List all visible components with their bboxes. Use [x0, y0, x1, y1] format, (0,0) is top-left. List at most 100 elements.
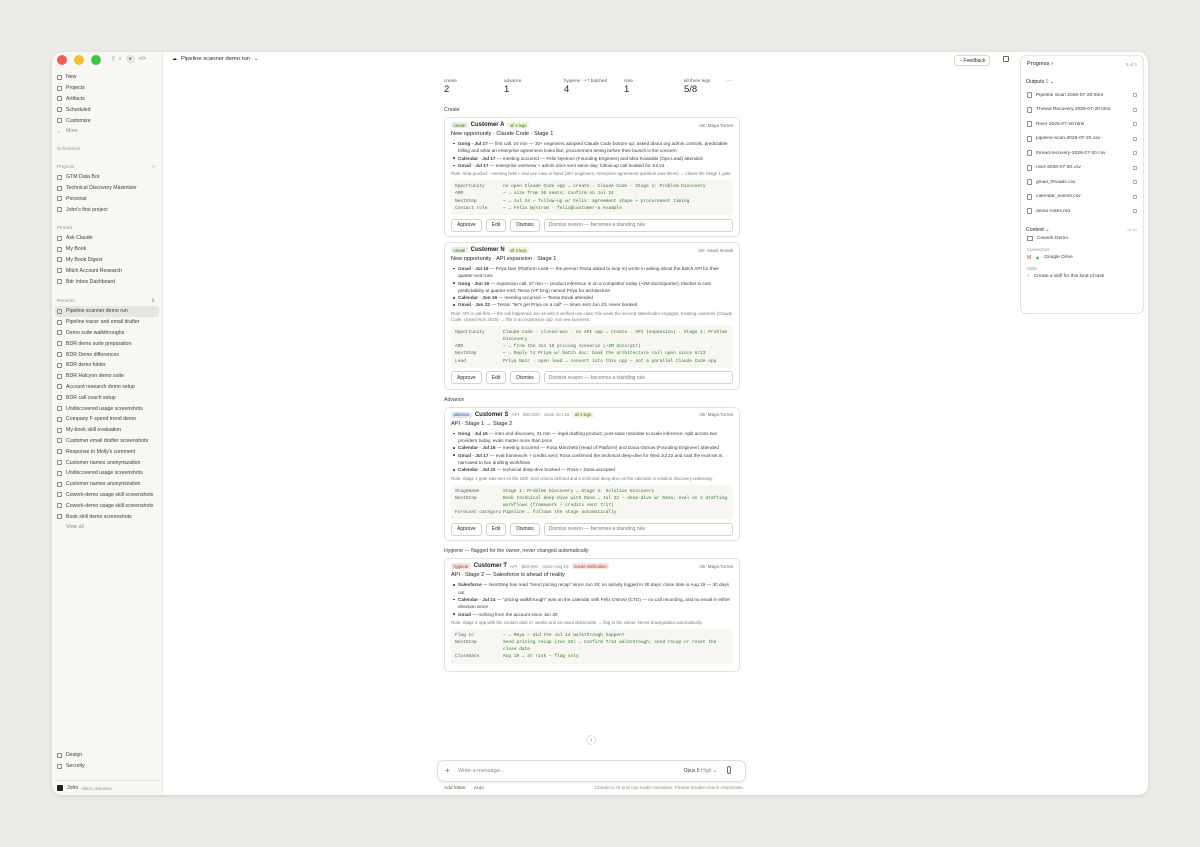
- recent-chat[interactable]: BDR demo folder: [55, 360, 159, 371]
- nav-artifacts[interactable]: Artifacts: [55, 94, 159, 105]
- user-menu[interactable]: John · Black clearance: [55, 780, 159, 794]
- recent-chat[interactable]: Cowork-demo usage skill screenshots: [55, 500, 159, 511]
- recent-chat[interactable]: Company F spend trend demo: [55, 414, 159, 425]
- connector-google-drive[interactable]: M ▲ Google Drive: [1021, 252, 1143, 264]
- project-item[interactable]: GTM Data Bot: [55, 172, 159, 183]
- project-item[interactable]: John's first project: [55, 204, 159, 215]
- chat-icon: [57, 341, 62, 347]
- dismiss-reason-input[interactable]: Dismiss reason — becomes a standing rule: [543, 218, 733, 232]
- panel-toggle-icon[interactable]: [1003, 56, 1009, 62]
- approve-button[interactable]: Approve: [451, 371, 482, 385]
- pinned-item[interactable]: Ask Claude: [55, 233, 159, 244]
- open-file-icon[interactable]: [1133, 151, 1137, 156]
- dismiss-button[interactable]: Dismiss: [510, 371, 540, 385]
- recent-chat[interactable]: BDR call coach setup: [55, 392, 159, 403]
- recent-chat[interactable]: Undiscovered usage screenshots: [55, 403, 159, 414]
- output-file[interactable]: gmail_threads.csv: [1021, 175, 1143, 190]
- recent-chat[interactable]: Undiscovered usage screenshots: [55, 468, 159, 479]
- project-item[interactable]: Technical Discovery Maximizer: [55, 183, 159, 194]
- action-tag: advance: [451, 411, 472, 418]
- scroll-down-button[interactable]: ↓: [586, 735, 596, 745]
- pinned-item[interactable]: Mitch Account Research: [55, 265, 159, 276]
- approve-button[interactable]: Approve: [451, 218, 482, 232]
- evidence-item: Gmail · Jul 17 — eval framework + credit…: [451, 452, 733, 467]
- open-file-icon[interactable]: [1133, 122, 1137, 127]
- recent-chat[interactable]: Customer names anonymization: [55, 457, 159, 468]
- dismiss-reason-input[interactable]: Dismiss reason — becomes a standing rule: [543, 522, 733, 536]
- dismiss-button[interactable]: Dismiss: [510, 522, 540, 536]
- open-file-icon[interactable]: [1133, 194, 1137, 199]
- nav-design[interactable]: Design: [55, 750, 159, 761]
- recent-chat[interactable]: BDR Demo differences: [55, 349, 159, 360]
- context-folder[interactable]: Cowork Demo: [1021, 233, 1143, 245]
- dismiss-button[interactable]: Dismiss: [510, 218, 540, 232]
- recent-chat[interactable]: Book skill demo screenshots: [55, 511, 159, 522]
- nav-new[interactable]: New: [55, 72, 159, 83]
- edit-button[interactable]: Edit: [485, 218, 507, 232]
- search-icon[interactable]: ⌕: [119, 56, 122, 62]
- recent-chat[interactable]: Response to Molly's comment: [55, 446, 159, 457]
- create-skill-button[interactable]: + Create a skill for this kind of task: [1021, 271, 1143, 283]
- sidebar-toggle-icon[interactable]: ▯: [112, 56, 115, 62]
- recent-chat[interactable]: Cowork-demo usage skill screenshots: [55, 490, 159, 501]
- output-file[interactable]: thread-recovery-2026-07-20.csv: [1021, 146, 1143, 161]
- open-file-icon[interactable]: [1133, 180, 1137, 185]
- recent-chat[interactable]: Customer email drafter screenshots: [55, 436, 159, 447]
- nav-security[interactable]: Security: [55, 761, 159, 772]
- minimize-window-button[interactable]: [74, 55, 84, 65]
- nav-customize[interactable]: Customize: [55, 115, 159, 126]
- sort-icon[interactable]: ⇅: [151, 299, 155, 304]
- code-mode-icon[interactable]: </>: [139, 56, 146, 62]
- output-file[interactable]: Thread Recovery 2026-07-20.html: [1021, 103, 1143, 118]
- output-file[interactable]: River 2026-07-20.html: [1021, 117, 1143, 132]
- microphone-icon[interactable]: [727, 766, 731, 774]
- context-actions-icon[interactable]: ▭ ▭: [1127, 227, 1137, 233]
- approve-button[interactable]: Approve: [451, 522, 482, 536]
- outputs-header[interactable]: Outputs 9 ⌄: [1021, 79, 1143, 85]
- nav-scheduled[interactable]: Scheduled: [55, 104, 159, 115]
- field-row: Flag to — → Maya — did the Jul 14 walkthr…: [455, 632, 625, 638]
- open-file-icon[interactable]: [1133, 136, 1137, 141]
- nav-projects[interactable]: Projects: [55, 83, 159, 94]
- feedback-button[interactable]: ◔ Feedback: [954, 55, 991, 66]
- edit-button[interactable]: Edit: [485, 522, 507, 536]
- add-attachment-button[interactable]: +: [445, 766, 450, 775]
- edit-button[interactable]: Edit: [485, 371, 507, 385]
- progress-header[interactable]: Progress › 5 of 5: [1021, 56, 1143, 67]
- recent-chat[interactable]: BDR Halcyon demo suite: [55, 371, 159, 382]
- scheduled-header[interactable]: Scheduled: [55, 144, 159, 154]
- chat-mode-icon[interactable]: ●: [125, 55, 135, 63]
- output-file[interactable]: Pipeline Scan 2026-07-20.html: [1021, 88, 1143, 103]
- dismiss-reason-input[interactable]: Dismiss reason — becomes a standing rule: [543, 371, 733, 385]
- recent-chat[interactable]: Pipeline scanner demo run: [55, 306, 159, 317]
- recent-chat[interactable]: Pipeline tracer and email drafter: [55, 317, 159, 328]
- recent-chat[interactable]: Account research demo setup: [55, 382, 159, 393]
- zoom-window-button[interactable]: [91, 55, 101, 65]
- auto-mode-button[interactable]: Auto: [474, 786, 484, 791]
- more-icon[interactable]: ···: [726, 78, 732, 100]
- add-folder-button[interactable]: Add folder: [444, 786, 466, 791]
- open-file-icon[interactable]: [1133, 209, 1137, 214]
- recent-chat[interactable]: Demo suite walkthroughs: [55, 328, 159, 339]
- open-file-icon[interactable]: [1133, 165, 1137, 170]
- pinned-item[interactable]: My Book Digest: [55, 255, 159, 266]
- close-window-button[interactable]: [57, 55, 67, 65]
- recent-chat[interactable]: Customer names anonymization: [55, 479, 159, 490]
- open-file-icon[interactable]: [1133, 93, 1137, 98]
- recent-chat[interactable]: BDR demo suite preparation: [55, 338, 159, 349]
- add-project-button[interactable]: +: [152, 165, 155, 170]
- view-all-link[interactable]: View all: [55, 522, 159, 533]
- output-file[interactable]: pipeline-scan-2026-07-20.csv: [1021, 132, 1143, 147]
- output-file[interactable]: demo-notes.md: [1021, 204, 1143, 219]
- open-file-icon[interactable]: [1133, 107, 1137, 112]
- pinned-item[interactable]: My Book: [55, 244, 159, 255]
- output-file[interactable]: calendar_events.csv: [1021, 190, 1143, 205]
- pinned-item[interactable]: Bdr Inbox Dashboard: [55, 276, 159, 287]
- output-file[interactable]: river-2026-07-20.csv: [1021, 161, 1143, 176]
- conversation-title[interactable]: ☁ Pipeline scanner demo run ⌄: [172, 56, 258, 62]
- nav-more[interactable]: ⌄ More: [55, 126, 159, 137]
- message-input[interactable]: Write a message...: [458, 768, 505, 774]
- project-item[interactable]: Personal: [55, 194, 159, 205]
- model-selector[interactable]: Opus 5 High ⌄: [684, 768, 717, 774]
- recent-chat[interactable]: My-book skill evaluation: [55, 425, 159, 436]
